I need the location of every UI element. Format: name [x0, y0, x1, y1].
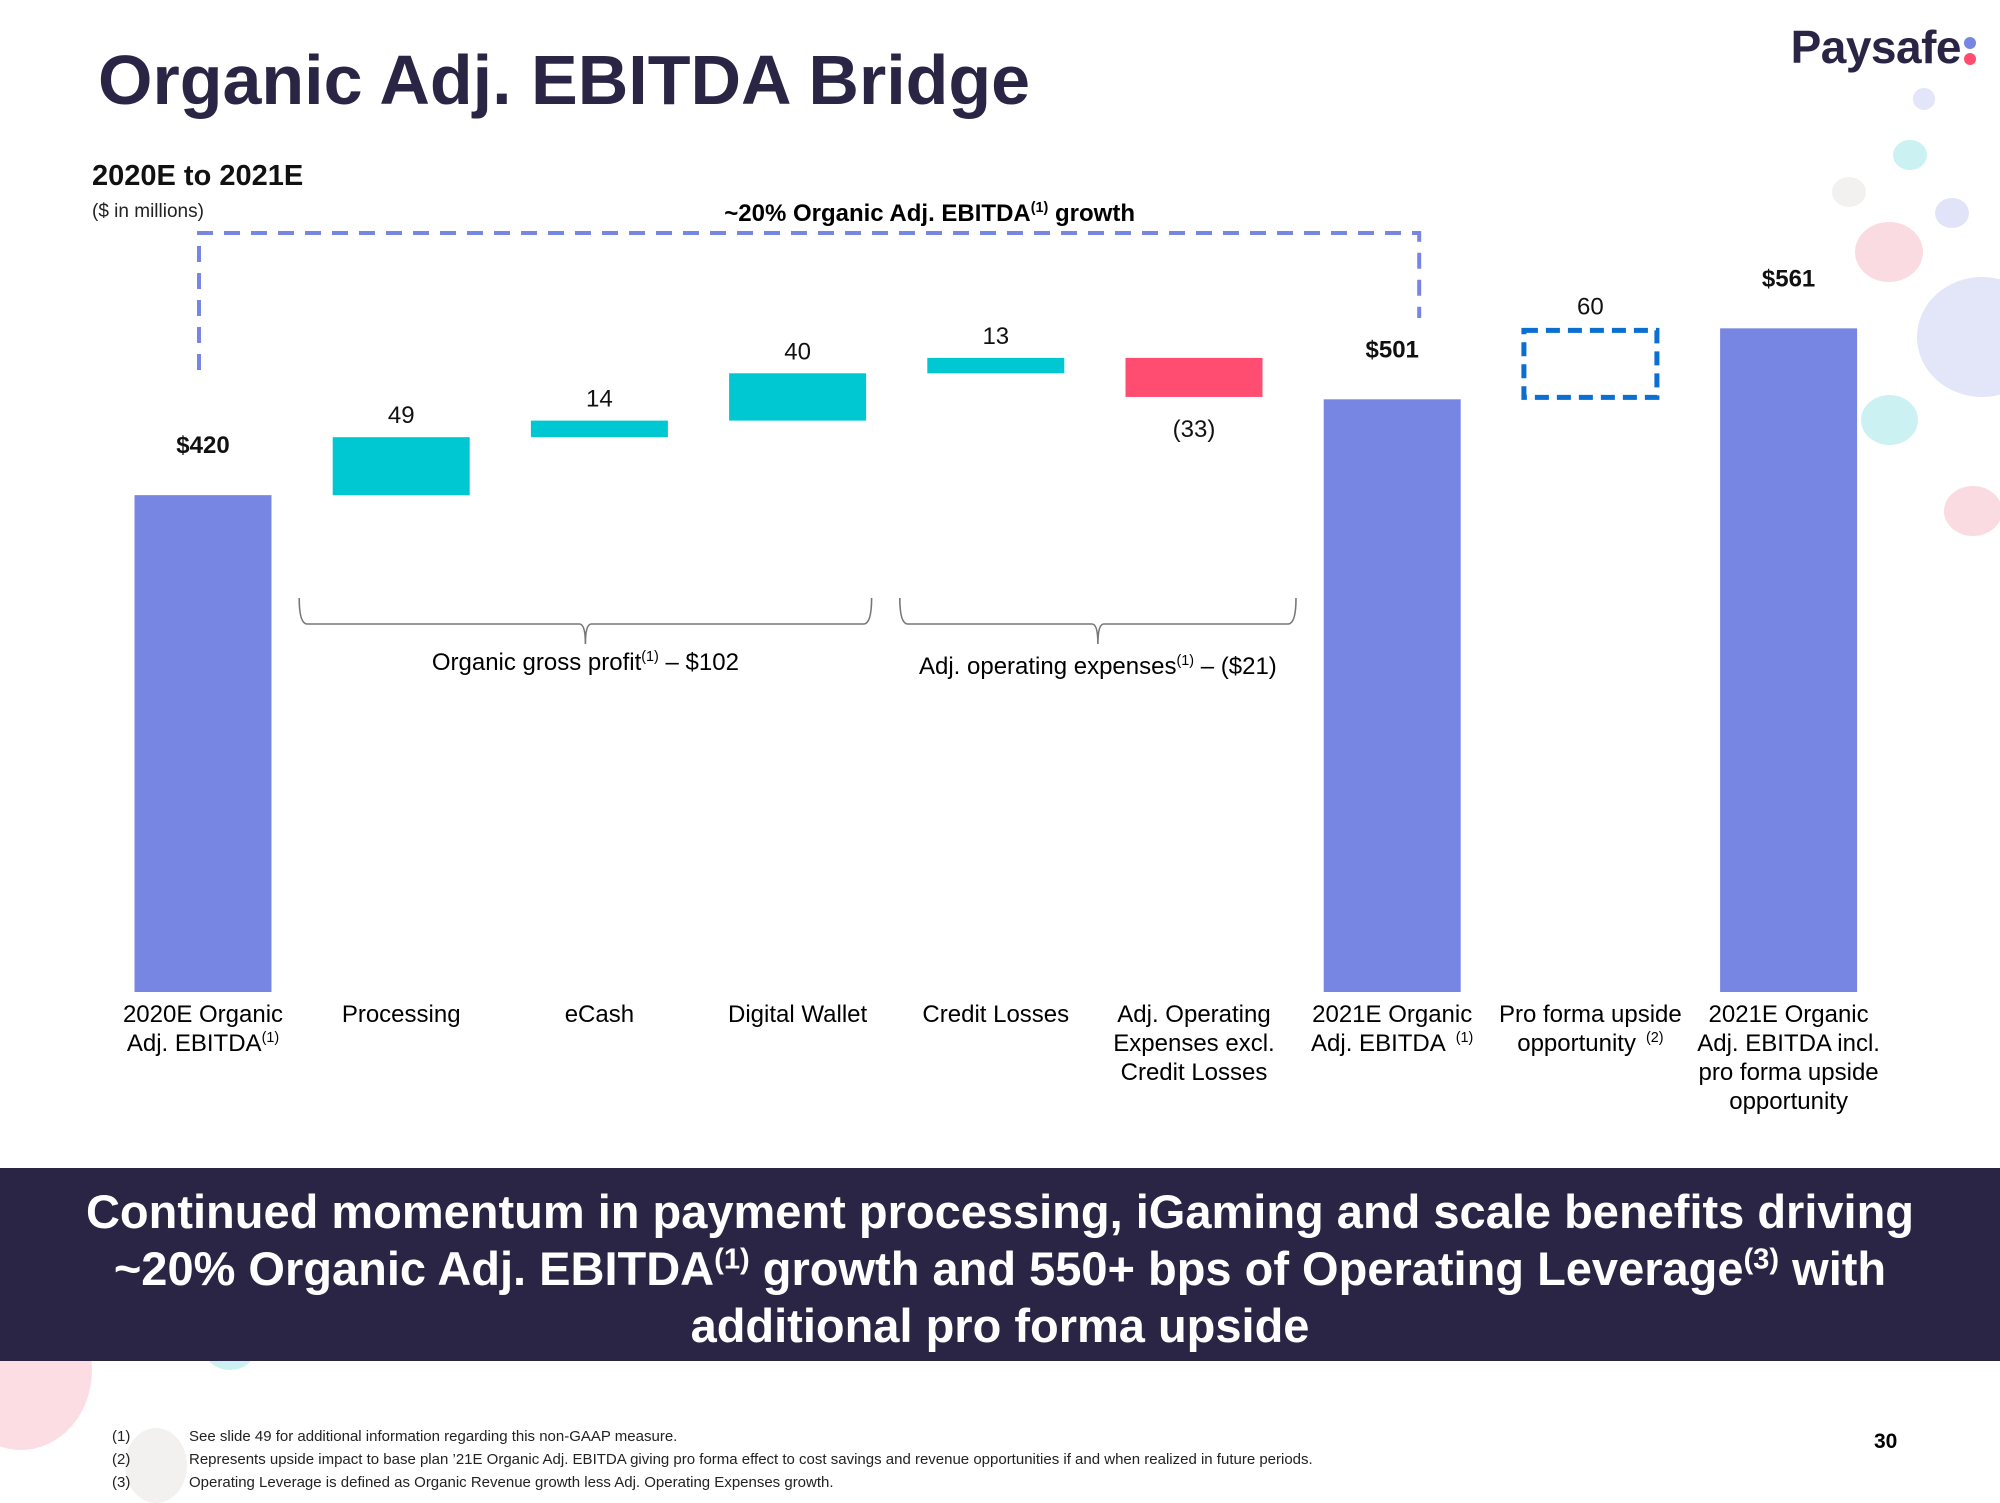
category-label: 2021E Organic Adj. EBITDA incl. pro forma …	[1689, 1000, 1889, 1116]
category-label: Credit Losses	[896, 1000, 1096, 1029]
data-label: $420	[176, 432, 229, 459]
footnote-marker: (1)	[261, 1030, 280, 1046]
category-label-line: Adj. EBITDA incl.	[1697, 1030, 1880, 1057]
category-label-line: 2021E Organic	[1312, 1001, 1473, 1028]
banner-footnote: (1)	[714, 1243, 750, 1276]
bracket-brace	[298, 597, 873, 645]
bar-increase	[530, 420, 668, 438]
bracket-label-value: – ($21)	[1194, 653, 1277, 680]
bar-increase	[927, 357, 1065, 374]
data-label: (33)	[1173, 416, 1216, 443]
bar-decrease	[1125, 357, 1263, 397]
category-label-line: Credit Losses	[922, 1001, 1070, 1028]
data-label: $501	[1366, 336, 1419, 363]
bracket-label-gross-profit: Organic gross profit(1) – $102	[285, 649, 885, 677]
bracket-label-text: Adj. operating expenses	[918, 653, 1177, 680]
category-label-line: Digital Wallet	[728, 1001, 868, 1028]
bracket-label-value: – $102	[658, 649, 739, 676]
bar-total	[1720, 328, 1858, 992]
banner-footnote: (3)	[1743, 1243, 1780, 1276]
data-label: 13	[982, 323, 1009, 350]
category-label-line: opportunity (2)	[1517, 1030, 1664, 1057]
decorative-bubble	[125, 1428, 187, 1503]
data-label: 60	[1577, 293, 1604, 320]
category-label-line: Pro forma upside	[1499, 1001, 1682, 1028]
bracket-label-operating-expenses: Adj. operating expenses(1) – ($21)	[798, 653, 1398, 681]
footnote-marker: (2)	[1641, 1030, 1664, 1046]
category-label-line: Credit Losses	[1120, 1059, 1268, 1086]
category-label-line: opportunity	[1729, 1088, 1848, 1115]
banner-line-3: additional pro forma upside	[690, 1299, 1310, 1352]
bar-total	[1323, 399, 1461, 992]
data-label: 14	[586, 386, 613, 413]
footnote-text: Operating Leverage is defined as Organic…	[189, 1474, 834, 1491]
data-label: $561	[1762, 265, 1815, 292]
data-label: 49	[388, 402, 415, 429]
bar-increase	[332, 437, 470, 496]
category-label: eCash	[499, 1000, 699, 1029]
bracket-label-footnote: (1)	[1176, 653, 1195, 669]
category-label: Digital Wallet	[698, 1000, 898, 1029]
bar-increase	[729, 373, 867, 421]
banner-line-2: ~20% Organic Adj. EBITDA(1) growth and 5…	[0, 1240, 2000, 1297]
bracket-brace	[899, 597, 1297, 645]
footnote-number: (2)	[112, 1451, 131, 1468]
category-label: Pro forma upside opportunity (2)	[1490, 1000, 1690, 1058]
category-label-line: Expenses excl.	[1113, 1030, 1275, 1057]
category-label-line: Adj. EBITDA (1)	[1311, 1030, 1474, 1057]
footnote-marker: (1)	[1451, 1030, 1474, 1046]
category-label-line: 2020E Organic	[122, 1001, 284, 1028]
category-label-line: Processing	[341, 1001, 461, 1028]
footnote-number: (1)	[112, 1428, 131, 1445]
category-label-line: Adj. EBITDA(1)	[126, 1030, 280, 1057]
category-label: Adj. Operating Expenses excl. Credit Losse…	[1094, 1000, 1294, 1087]
footnote-number: (3)	[112, 1474, 131, 1491]
bracket-label-footnote: (1)	[641, 649, 659, 665]
banner-line-1: Continued momentum in payment processing…	[85, 1185, 1915, 1238]
category-label-line: pro forma upside	[1698, 1059, 1879, 1086]
key-message-banner: Continued momentum in payment processing…	[0, 1168, 2000, 1361]
banner-text: with	[1779, 1242, 1887, 1295]
category-label: 2020E Organic Adj. EBITDA(1)	[103, 1000, 303, 1058]
bar-upside-opportunity	[1521, 327, 1660, 400]
waterfall-chart: $420 49 14 40 13 (33) $501 60 $561	[134, 231, 1858, 992]
footnote-text: See slide 49 for additional information …	[189, 1428, 678, 1445]
bar-total	[134, 495, 272, 992]
category-label: 2021E Organic Adj. EBITDA (1)	[1292, 1000, 1492, 1058]
footnote-text: Represents upside impact to base plan ’2…	[189, 1451, 1313, 1468]
data-label: 40	[784, 338, 811, 365]
category-label-line: eCash	[564, 1001, 635, 1028]
banner-text: growth and 550+ bps of Operating Leverag…	[749, 1242, 1744, 1295]
category-label-line: 2021E Organic	[1708, 1001, 1869, 1028]
bracket-label-text: Organic gross profit	[431, 649, 642, 676]
page-number: 30	[1874, 1430, 1898, 1453]
category-label: Processing	[301, 1000, 501, 1029]
banner-text: ~20% Organic Adj. EBITDA	[113, 1242, 715, 1295]
category-label-line: Adj. Operating	[1117, 1001, 1271, 1028]
